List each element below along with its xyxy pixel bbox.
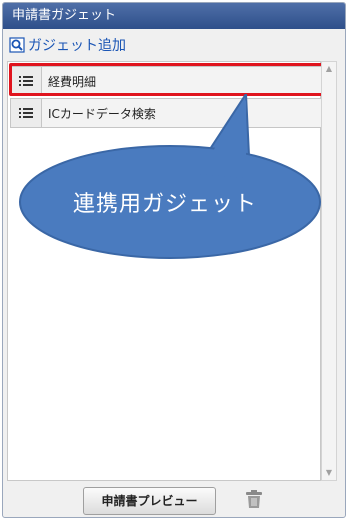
drag-handle[interactable] — [11, 67, 42, 95]
scroll-up-icon[interactable]: ▲ — [322, 62, 336, 76]
panel-title: 申請書ガジェット — [3, 3, 345, 29]
trash-icon[interactable] — [245, 489, 263, 509]
add-gadget-link[interactable]: ガジェット追加 — [9, 35, 126, 55]
callout-bubble — [19, 94, 321, 259]
magnifier-icon — [9, 37, 25, 53]
list-item-expense-details[interactable]: 経費明細 — [10, 66, 322, 96]
list-icon — [19, 76, 33, 86]
callout-text: 連携用ガジェット — [72, 192, 257, 217]
scroll-down-icon[interactable]: ▼ — [322, 466, 336, 480]
add-gadget-label: ガジェット追加 — [28, 38, 126, 54]
preview-button[interactable]: 申請書プレビュー — [83, 487, 216, 515]
list-item-label: 経費明細 — [48, 74, 97, 89]
